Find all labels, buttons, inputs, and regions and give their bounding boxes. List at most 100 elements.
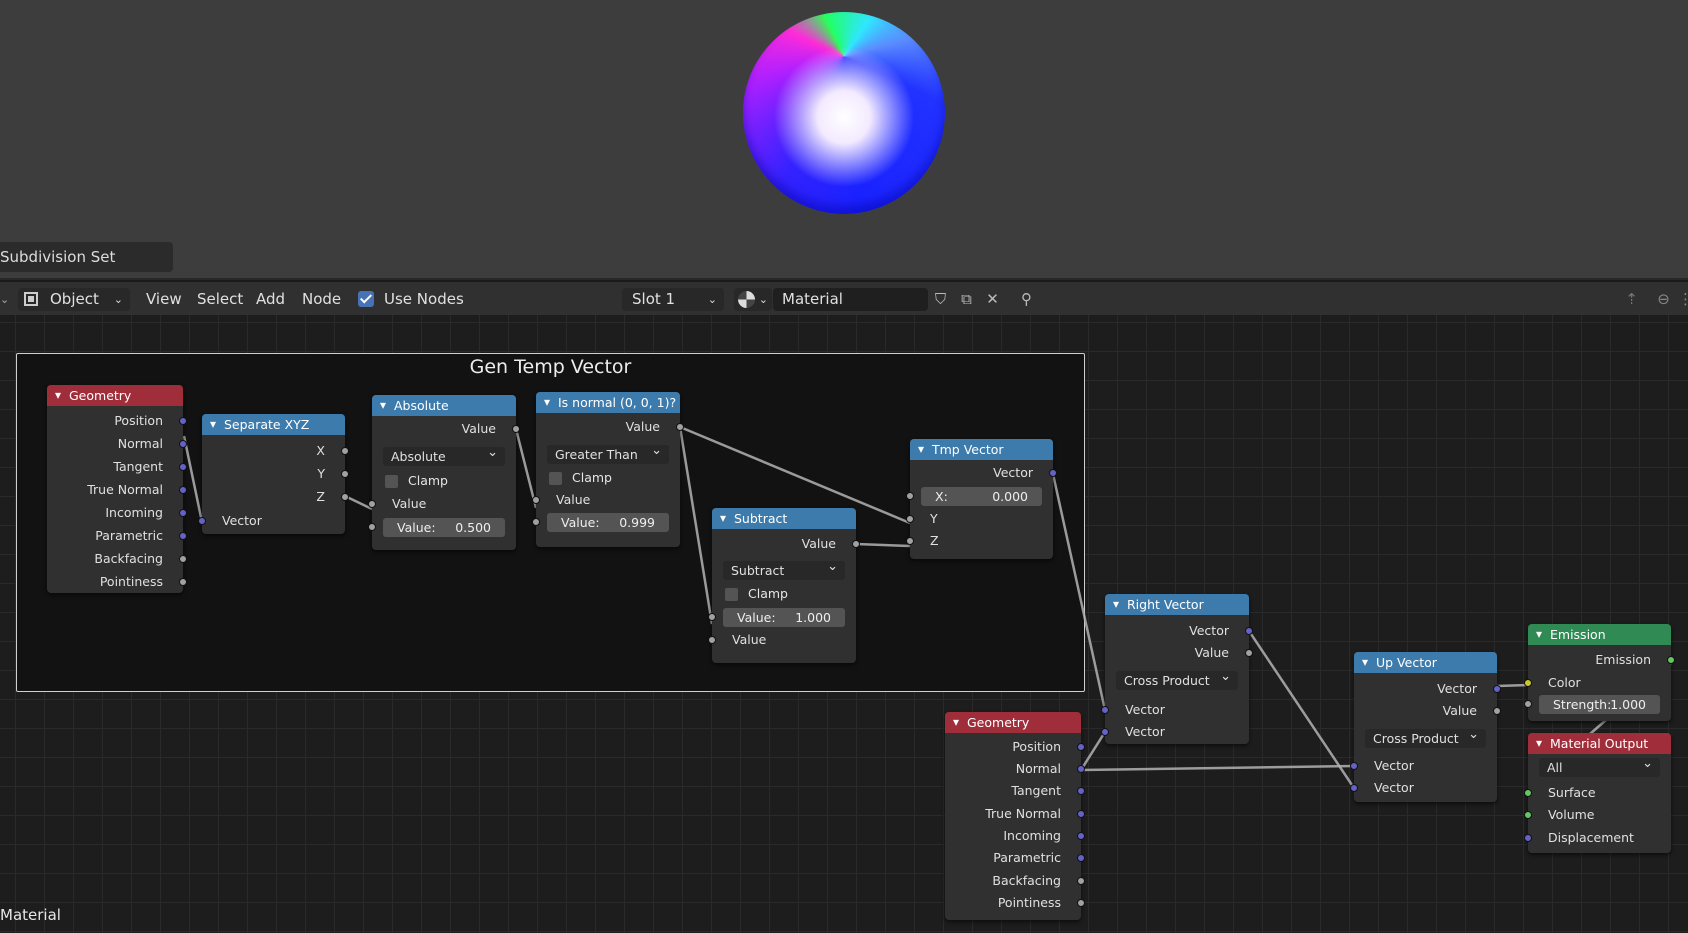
socket-value-in-2[interactable]: [368, 523, 376, 531]
socket-incoming[interactable]: [1077, 832, 1085, 840]
node-subtract[interactable]: Subtract Value Subtract Clamp Value:1.00…: [708, 508, 860, 663]
subdivision-set-panel[interactable]: Subdivision Set: [0, 242, 173, 272]
node-header[interactable]: Up Vector: [1354, 652, 1497, 673]
value-field[interactable]: Value: 0.999: [547, 513, 669, 532]
vector-math-operation-dropdown[interactable]: Cross Product: [1365, 725, 1486, 748]
socket-tangent[interactable]: [179, 463, 187, 471]
socket-x-in[interactable]: [906, 492, 914, 500]
node-geometry-1[interactable]: Geometry Position Normal Tangent True No…: [47, 385, 187, 593]
socket-pointiness[interactable]: [179, 578, 187, 586]
socket-true-normal[interactable]: [1077, 810, 1085, 818]
menu-node[interactable]: Node: [302, 288, 341, 311]
math-operation-dropdown[interactable]: Absolute: [383, 443, 505, 466]
value-field[interactable]: Value: 0.500: [383, 518, 505, 537]
node-is-normal[interactable]: Is normal (0, 0, 1)? Value Greater Than …: [532, 392, 684, 547]
object-mode-dropdown[interactable]: Object ⌄: [18, 288, 130, 311]
node-tmp-vector[interactable]: Tmp Vector Vector X:0.000 Y Z: [906, 439, 1057, 559]
socket-volume-in[interactable]: [1524, 811, 1532, 819]
socket-value-out[interactable]: [676, 423, 684, 431]
socket-vector-out[interactable]: [1493, 685, 1501, 693]
socket-value-in-2[interactable]: [708, 636, 716, 644]
socket-displacement-in[interactable]: [1524, 834, 1532, 842]
editor-type-chevron-icon[interactable]: ⌄: [0, 288, 10, 311]
vector-math-operation-dropdown[interactable]: Cross Product: [1116, 667, 1238, 690]
socket-vector-in-1[interactable]: [1101, 706, 1109, 714]
math-operation-dropdown[interactable]: Subtract: [723, 557, 845, 580]
socket-value-in-1[interactable]: [708, 613, 716, 621]
socket-value-out[interactable]: [512, 425, 520, 433]
node-header[interactable]: Emission: [1528, 624, 1671, 645]
menu-add[interactable]: Add: [256, 288, 285, 311]
socket-normal[interactable]: [1077, 765, 1085, 773]
socket-vector-in[interactable]: [198, 517, 206, 525]
socket-incoming[interactable]: [179, 509, 187, 517]
socket-value-out[interactable]: [1493, 707, 1501, 715]
strength-field[interactable]: Strength: 1.000: [1539, 695, 1660, 714]
node-header[interactable]: Subtract: [712, 508, 856, 529]
node-header[interactable]: Material Output: [1528, 733, 1671, 754]
socket-position[interactable]: [179, 417, 187, 425]
socket-vector-out[interactable]: [1049, 469, 1057, 477]
slot-dropdown[interactable]: Slot 1 ⌄: [622, 288, 724, 311]
socket-value-out[interactable]: [1245, 649, 1253, 657]
node-absolute[interactable]: Absolute Value Absolute Clamp Value Valu…: [368, 395, 520, 550]
socket-emission-out[interactable]: [1667, 656, 1675, 664]
socket-surface-in[interactable]: [1524, 789, 1532, 797]
use-nodes-checkbox[interactable]: [358, 291, 374, 307]
node-header[interactable]: Is normal (0, 0, 1)?: [536, 392, 680, 413]
socket-position[interactable]: [1077, 743, 1085, 751]
socket-x[interactable]: [341, 447, 349, 455]
value-field[interactable]: Value: 1.000: [723, 608, 845, 627]
3d-viewport[interactable]: Subdivision Set: [0, 0, 1688, 278]
socket-vector-in-1[interactable]: [1350, 762, 1358, 770]
node-material-output[interactable]: Material Output All Surface Volume Displ…: [1524, 733, 1671, 853]
socket-pointiness[interactable]: [1077, 899, 1085, 907]
node-editor-canvas[interactable]: Gen Temp Vector Geometry Position Normal…: [0, 315, 1688, 933]
node-header[interactable]: Tmp Vector: [910, 439, 1053, 460]
clamp-checkbox[interactable]: [385, 475, 398, 488]
socket-tangent[interactable]: [1077, 787, 1085, 795]
node-header[interactable]: Geometry: [945, 712, 1081, 733]
socket-y-in[interactable]: [906, 515, 914, 523]
clamp-checkbox[interactable]: [725, 588, 738, 601]
node-header[interactable]: Separate XYZ: [202, 414, 345, 435]
node-header[interactable]: Geometry: [47, 385, 183, 406]
overlay-icon[interactable]: ⋮: [1678, 288, 1688, 311]
node-geometry-2[interactable]: Geometry Position Normal Tangent True No…: [945, 712, 1085, 920]
node-right-vector[interactable]: Right Vector Vector Value Cross Product …: [1101, 594, 1253, 744]
material-name-field[interactable]: Material: [773, 288, 928, 311]
socket-value-in-1[interactable]: [532, 496, 540, 504]
socket-normal[interactable]: [179, 440, 187, 448]
socket-parametric[interactable]: [1077, 854, 1085, 862]
material-browse-button[interactable]: ⌄: [734, 288, 772, 311]
menu-select[interactable]: Select: [197, 288, 243, 311]
socket-backfacing[interactable]: [179, 555, 187, 563]
socket-z-in[interactable]: [906, 537, 914, 545]
socket-y[interactable]: [341, 470, 349, 478]
socket-value-in-2[interactable]: [532, 518, 540, 526]
target-dropdown[interactable]: All: [1539, 754, 1660, 777]
x-field[interactable]: X: 0.000: [921, 487, 1042, 506]
socket-vector-in-2[interactable]: [1101, 728, 1109, 736]
socket-parametric[interactable]: [179, 532, 187, 540]
parent-node-tree-icon[interactable]: ⇡: [1620, 288, 1643, 311]
socket-strength-in[interactable]: [1524, 700, 1532, 708]
node-separate-xyz[interactable]: Separate XYZ X Y Z Vector: [198, 414, 349, 534]
close-icon[interactable]: ✕: [981, 288, 1004, 311]
node-up-vector[interactable]: Up Vector Vector Value Cross Product Vec…: [1350, 652, 1501, 802]
socket-vector-out[interactable]: [1245, 627, 1253, 635]
socket-true-normal[interactable]: [179, 486, 187, 494]
snap-magnet-icon[interactable]: ⊖: [1652, 288, 1675, 311]
node-header[interactable]: Absolute: [372, 395, 516, 416]
socket-color-in[interactable]: [1524, 679, 1532, 687]
fake-user-shield-icon[interactable]: ⛉: [929, 288, 952, 311]
clamp-checkbox[interactable]: [549, 472, 562, 485]
node-header[interactable]: Right Vector: [1105, 594, 1249, 615]
socket-value-out[interactable]: [852, 540, 860, 548]
node-emission[interactable]: Emission Emission Color Strength:1.000: [1524, 624, 1675, 721]
pin-icon[interactable]: ⚲: [1015, 288, 1038, 311]
socket-z[interactable]: [341, 493, 349, 501]
menu-view[interactable]: View: [146, 288, 182, 311]
math-operation-dropdown[interactable]: Greater Than: [547, 441, 669, 464]
socket-value-in-1[interactable]: [368, 500, 376, 508]
